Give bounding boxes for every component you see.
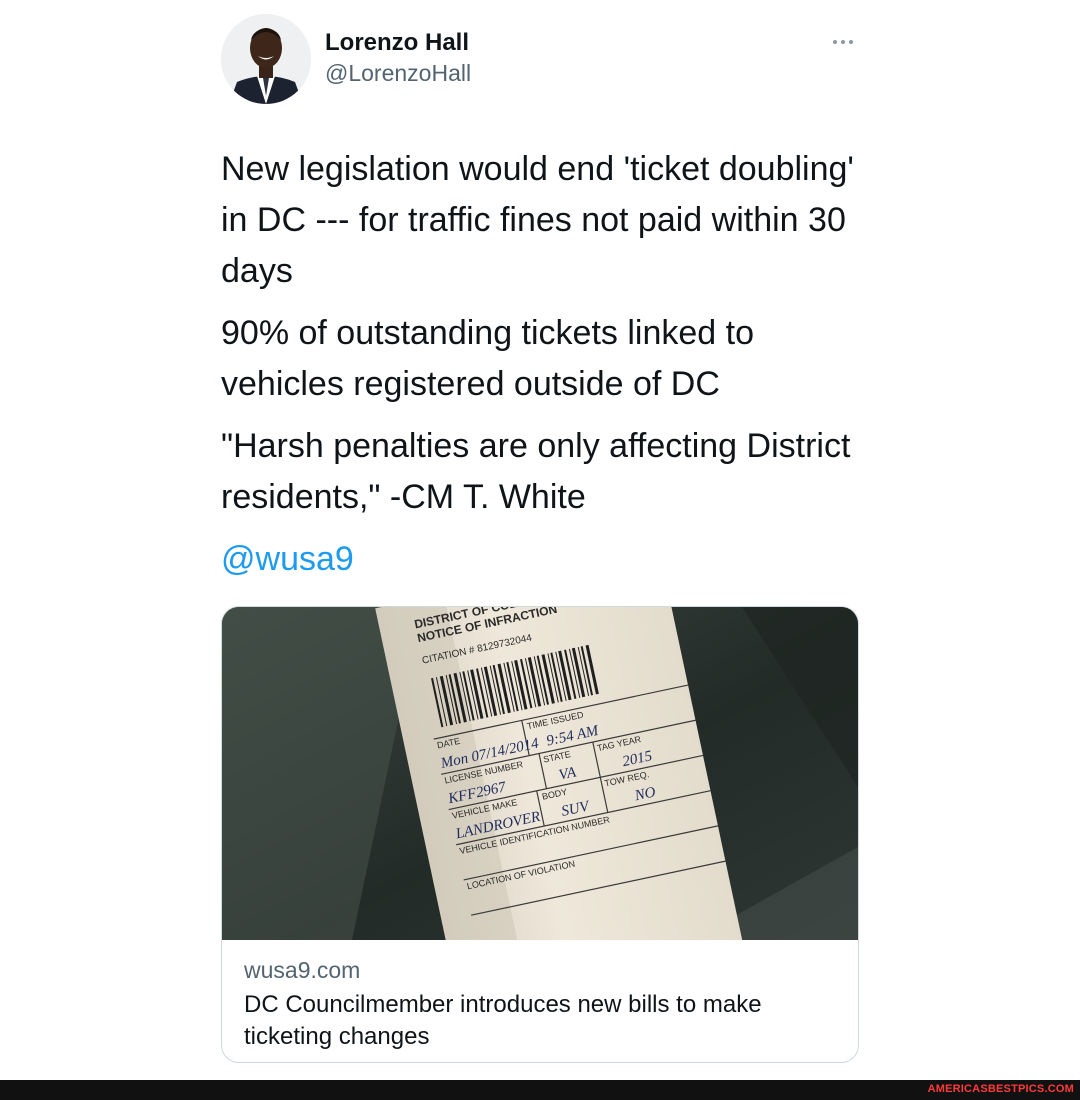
avatar-image <box>221 14 311 104</box>
dot <box>849 40 853 44</box>
tweet-paragraph: New legislation would end 'ticket doubli… <box>221 150 854 290</box>
tweet-paragraph: 90% of outstanding tickets linked to veh… <box>221 314 754 403</box>
dot <box>841 40 845 44</box>
avatar[interactable] <box>221 14 311 104</box>
more-options-icon[interactable] <box>826 30 860 54</box>
card-domain: wusa9.com <box>244 957 361 983</box>
tweet-text: New legislation would end 'ticket doubli… <box>221 144 871 596</box>
author-handle[interactable]: @LorenzoHall <box>325 60 471 87</box>
card-image[interactable]: DISTRICT OF COLUMBIA NOTICE OF INFRACTIO… <box>222 607 858 940</box>
link-card[interactable]: DISTRICT OF COLUMBIA NOTICE OF INFRACTIO… <box>221 606 859 1063</box>
author-display-name[interactable]: Lorenzo Hall <box>325 29 469 57</box>
dot <box>833 40 837 44</box>
tweet-paragraph: "Harsh penalties are only affecting Dist… <box>221 427 851 516</box>
parking-ticket-photo: DISTRICT OF COLUMBIA NOTICE OF INFRACTIO… <box>222 607 858 940</box>
watermark: AMERICASBESTPICS.COM <box>927 1083 1074 1095</box>
footer-bar: AMERICASBESTPICS.COM <box>0 1080 1080 1100</box>
card-title[interactable]: DC Councilmember introduces new bills to… <box>244 989 834 1053</box>
card-meta[interactable]: wusa9.com DC Councilmember introduces ne… <box>244 953 834 1053</box>
mention-link[interactable]: @wusa9 <box>221 540 354 578</box>
